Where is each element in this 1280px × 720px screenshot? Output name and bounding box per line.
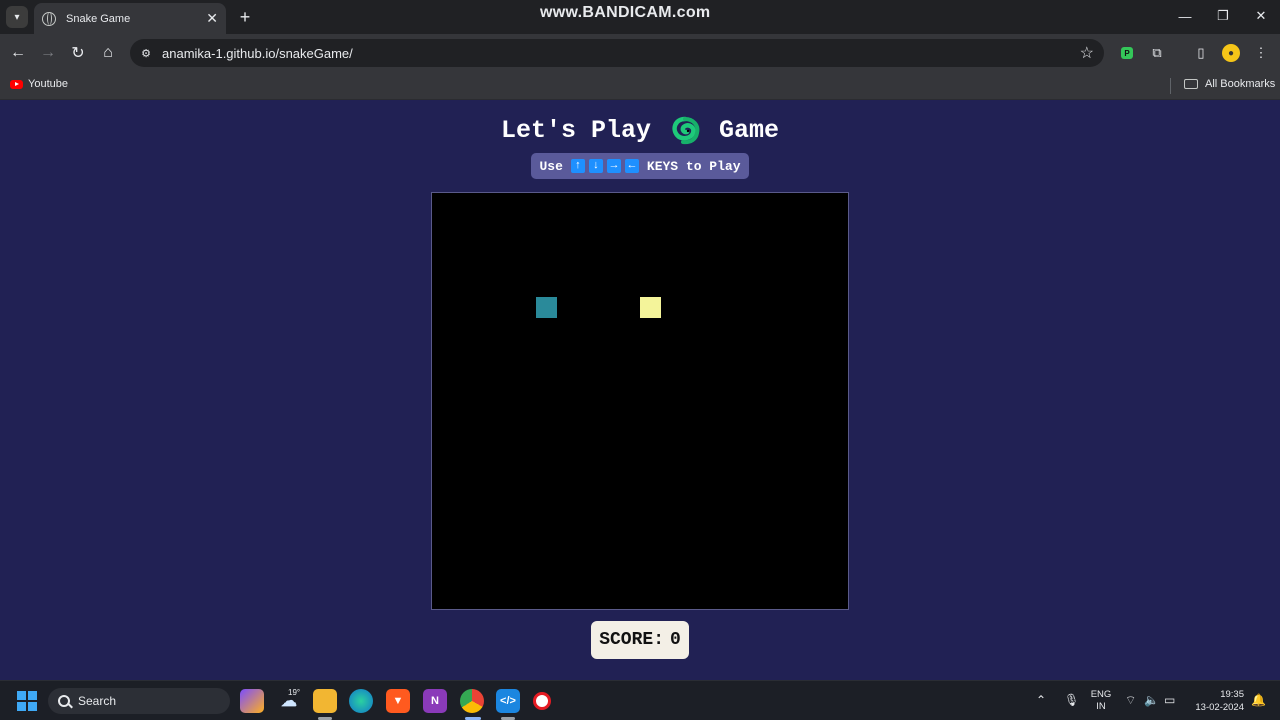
clock[interactable]: 19:35 13-02-2024 <box>1190 688 1244 714</box>
game-page: Let's Play Game Use ↑ ↓ → ← KEYS to Play… <box>0 100 1280 680</box>
start-button[interactable] <box>17 691 37 711</box>
bookmarks-bar: Youtube All Bookmarks <box>0 72 1280 100</box>
snake-head <box>536 297 557 318</box>
close-tab-icon[interactable]: ✕ <box>206 10 218 27</box>
score-label: SCORE: <box>599 630 664 650</box>
minimize-button[interactable]: — <box>1166 0 1204 32</box>
search-placeholder: Search <box>78 694 117 708</box>
arrow-down-key-icon: ↓ <box>588 159 603 173</box>
new-tab-button[interactable]: + <box>236 7 254 28</box>
notification-bell-icon[interactable]: 🔔 <box>1251 693 1266 707</box>
arrow-left-key-icon: ← <box>624 159 639 173</box>
region-code: IN <box>1096 701 1106 712</box>
browser-toolbar: ← → ↻ ⌂ ⚙ anamika-1.github.io/snakeGame/… <box>0 34 1280 72</box>
file-explorer-icon[interactable] <box>313 689 337 713</box>
close-window-button[interactable]: ✕ <box>1242 0 1280 32</box>
site-settings-icon[interactable]: ⚙ <box>138 47 154 60</box>
all-bookmarks-label: All Bookmarks <box>1205 78 1276 90</box>
language-indicator[interactable]: ENG IN <box>1090 689 1112 713</box>
clock-date: 13-02-2024 <box>1195 702 1244 713</box>
bookmark-youtube[interactable]: Youtube <box>10 78 68 90</box>
menu-icon[interactable]: ⋮ <box>1252 44 1270 62</box>
url-text[interactable]: anamika-1.github.io/snakeGame/ <box>162 46 1080 61</box>
all-bookmarks-button[interactable]: All Bookmarks <box>1184 78 1275 90</box>
game-board[interactable] <box>431 192 849 610</box>
arrow-up-key-icon: ↑ <box>570 159 585 173</box>
home-button[interactable]: ⌂ <box>96 41 120 65</box>
restore-button[interactable]: ❐ <box>1204 0 1242 32</box>
bandicam-watermark: www.BANDICAM.com <box>540 4 711 21</box>
food <box>640 297 661 318</box>
window-controls: — ❐ ✕ <box>1166 0 1280 34</box>
weather-cloud-icon[interactable]: ☁ <box>277 689 301 713</box>
tab-snake-game[interactable]: Snake Game ✕ <box>34 3 226 34</box>
wifi-icon[interactable]: ⌔ <box>1125 693 1136 708</box>
score-display: SCORE: 0 <box>591 621 689 659</box>
language-code: ENG <box>1090 689 1112 700</box>
forward-button[interactable]: → <box>36 41 60 65</box>
bookmark-label: Youtube <box>28 78 68 90</box>
brave-icon[interactable]: ▼ <box>386 689 410 713</box>
volume-icon[interactable]: 🔈 <box>1144 693 1159 707</box>
bandicam-record-icon[interactable] <box>533 692 551 710</box>
vscode-icon[interactable]: </> <box>496 689 520 713</box>
taskbar-search[interactable]: Search <box>48 688 230 714</box>
tab-strip: ▾ Snake Game ✕ + www.BANDICAM.com — ❐ ✕ <box>0 0 1280 34</box>
controls-hint: Use ↑ ↓ → ← KEYS to Play <box>531 153 749 179</box>
onenote-icon[interactable]: N <box>423 689 447 713</box>
title-right: Game <box>719 115 780 145</box>
search-icon <box>58 695 70 707</box>
tab-title: Snake Game <box>66 12 131 25</box>
globe-icon <box>42 11 56 26</box>
bookmark-star-icon[interactable]: ☆ <box>1080 43 1094 63</box>
extensions-puzzle-icon[interactable]: ⧉ <box>1148 44 1166 62</box>
folder-icon <box>1184 79 1198 89</box>
title-left: Let's Play <box>500 115 651 145</box>
side-panel-icon[interactable]: ▯ <box>1192 44 1210 62</box>
bookmarks-divider <box>1170 78 1171 94</box>
edge-icon[interactable] <box>349 689 373 713</box>
back-button[interactable]: ← <box>6 41 30 65</box>
hint-prefix: Use <box>539 158 563 174</box>
page-title: Let's Play Game <box>0 115 1280 145</box>
hint-suffix: KEYS to Play <box>646 158 741 174</box>
reload-button[interactable]: ↻ <box>66 41 90 65</box>
extension-icon[interactable]: P <box>1121 47 1133 59</box>
tray-overflow-icon[interactable]: ⌃ <box>1036 693 1046 707</box>
profile-avatar[interactable]: ● <box>1222 44 1240 62</box>
snake-icon <box>672 116 700 145</box>
arrow-right-key-icon: → <box>606 159 621 173</box>
score-value: 0 <box>670 630 681 650</box>
address-bar[interactable]: ⚙ anamika-1.github.io/snakeGame/ ☆ <box>130 39 1104 67</box>
battery-icon[interactable]: ▭ <box>1164 693 1175 707</box>
tab-search-button[interactable]: ▾ <box>6 6 28 28</box>
microphone-icon[interactable]: 🎙 <box>1064 693 1079 707</box>
clock-time: 19:35 <box>1220 689 1244 700</box>
windows-taskbar: Search 19° ☁ ▼ N </> ⌃ 🎙 ENG IN ⌔ 🔈 ▭ 19… <box>0 680 1280 720</box>
youtube-icon <box>10 79 23 89</box>
chrome-icon[interactable] <box>460 689 484 713</box>
copilot-icon[interactable] <box>240 689 264 713</box>
